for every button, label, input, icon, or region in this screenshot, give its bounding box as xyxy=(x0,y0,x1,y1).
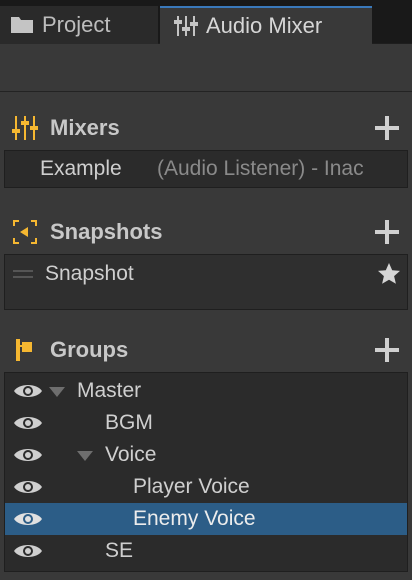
snapshot-name: Snapshot xyxy=(45,262,134,285)
group-row-selected[interactable]: Enemy Voice xyxy=(5,503,407,535)
eye-icon[interactable] xyxy=(13,381,43,401)
groups-header: Groups xyxy=(0,330,412,370)
tab-bar: Project Audio Mixer xyxy=(0,0,412,44)
group-row[interactable]: Master xyxy=(5,375,407,407)
eye-icon[interactable] xyxy=(13,413,43,433)
folder-icon xyxy=(10,13,34,37)
snapshots-header: Snapshots xyxy=(0,212,412,252)
group-row[interactable]: BGM xyxy=(5,407,407,439)
drag-handle-icon[interactable] xyxy=(13,270,33,278)
mixers-list: Example (Audio Listener) - Inac xyxy=(4,150,408,188)
group-label: BGM xyxy=(105,411,153,434)
eye-icon[interactable] xyxy=(13,509,43,529)
mixer-panel: Mixers Example (Audio Listener) - Inac S… xyxy=(0,92,412,580)
snapshot-item[interactable]: Snapshot xyxy=(5,258,407,290)
add-mixer-button[interactable] xyxy=(374,115,400,141)
group-label: Master xyxy=(77,379,142,402)
add-snapshot-button[interactable] xyxy=(374,219,400,245)
snapshots-list: Snapshot xyxy=(4,254,408,310)
expand-arrow-icon[interactable] xyxy=(77,451,93,461)
mixer-name: Example xyxy=(40,157,122,180)
group-row[interactable]: Player Voice xyxy=(5,471,407,503)
tab-project[interactable]: Project xyxy=(0,6,158,44)
mixers-header: Mixers xyxy=(0,108,412,148)
group-row[interactable]: SE xyxy=(5,535,407,567)
tab-audio-mixer-label: Audio Mixer xyxy=(206,13,323,38)
group-label: Enemy Voice xyxy=(133,507,256,530)
mixer-note: (Audio Listener) - Inac xyxy=(157,157,364,180)
snapshots-title: Snapshots xyxy=(50,219,163,244)
eye-icon[interactable] xyxy=(13,477,43,497)
star-icon[interactable] xyxy=(377,262,401,286)
mixers-icon xyxy=(12,115,38,141)
expand-arrow-icon[interactable] xyxy=(49,387,65,397)
tab-audio-mixer[interactable]: Audio Mixer xyxy=(160,6,372,44)
eye-icon[interactable] xyxy=(13,445,43,465)
groups-icon xyxy=(12,337,38,363)
group-label: Voice xyxy=(105,443,157,466)
snapshot-icon xyxy=(12,219,38,245)
groups-title: Groups xyxy=(50,337,129,362)
mixer-sliders-icon xyxy=(174,14,198,38)
groups-tree: Master BGM Voice Player Voice Enemy Voic… xyxy=(4,372,408,572)
group-label: Player Voice xyxy=(133,475,250,498)
mixer-item[interactable]: Example (Audio Listener) - Inac xyxy=(5,153,407,185)
group-label: SE xyxy=(105,539,134,562)
group-row[interactable]: Voice xyxy=(5,439,407,471)
tab-project-label: Project xyxy=(42,12,111,37)
toolbar xyxy=(0,44,412,92)
mixers-title: Mixers xyxy=(50,115,120,140)
eye-icon[interactable] xyxy=(13,541,43,561)
add-group-button[interactable] xyxy=(374,337,400,363)
